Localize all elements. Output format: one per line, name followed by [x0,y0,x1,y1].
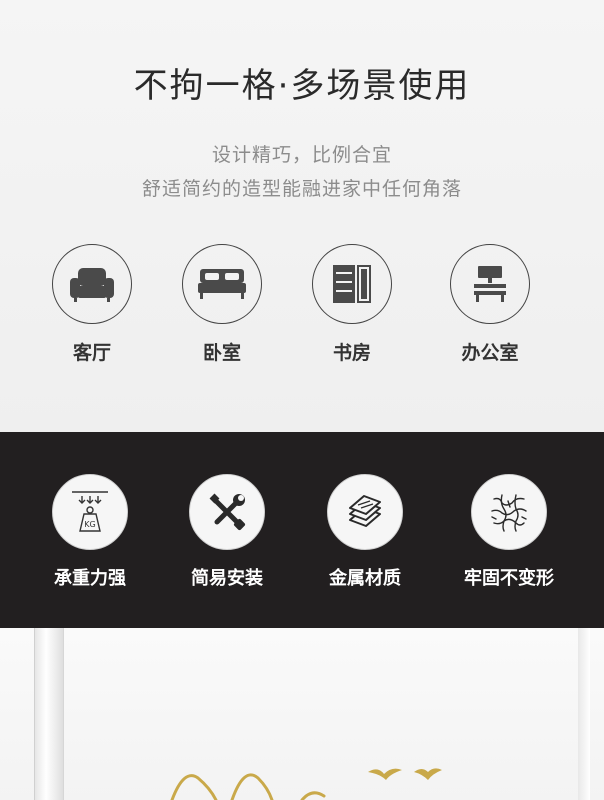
crackle-pattern-icon [471,474,547,550]
scene-label: 客厅 [72,342,111,364]
subtitle-line-2: 舒适简约的造型能融进家中任何角落 [141,178,462,200]
feature-load-bearing: KG 承重力强 [25,474,155,590]
scene-living-room: 客厅 [32,244,152,365]
sofa-icon [52,244,132,324]
feature-easy-install: 简易安装 [162,474,292,590]
gold-decoration [170,768,442,800]
scene-office: 办公室 [430,244,550,365]
feature-label: 简易安装 [191,568,263,589]
scenes-section: 不拘一格·多场景使用 设计精巧，比例合宜 舒适简约的造型能融进家中任何角落 客厅 [0,0,604,432]
page-title: 不拘一格·多场景使用 [133,66,471,106]
scene-study: 书房 [292,244,412,365]
feature-label: 承重力强 [54,568,126,589]
feature-label: 牢固不变形 [464,568,554,589]
metal-layers-icon [327,474,403,550]
tools-icon [189,474,265,550]
feature-sturdy: 牢固不变形 [444,474,574,590]
office-desk-icon [450,244,530,324]
weight-kg-icon: KG [52,474,128,550]
bookshelf-icon [312,244,392,324]
subtitle-line-1: 设计精巧，比例合宜 [211,144,392,166]
features-band: KG 承重力强 简易安装 金属材质 牢固不变形 [0,432,604,628]
weight-kg-text: KG [84,520,95,529]
scene-label: 书房 [332,342,371,364]
bed-icon [182,244,262,324]
scene-label: 办公室 [461,342,519,364]
feature-label: 金属材质 [329,568,401,589]
product-photo [0,628,604,800]
feature-metal-material: 金属材质 [300,474,430,590]
scene-bedroom: 卧室 [162,244,282,365]
scene-label: 卧室 [202,342,241,364]
